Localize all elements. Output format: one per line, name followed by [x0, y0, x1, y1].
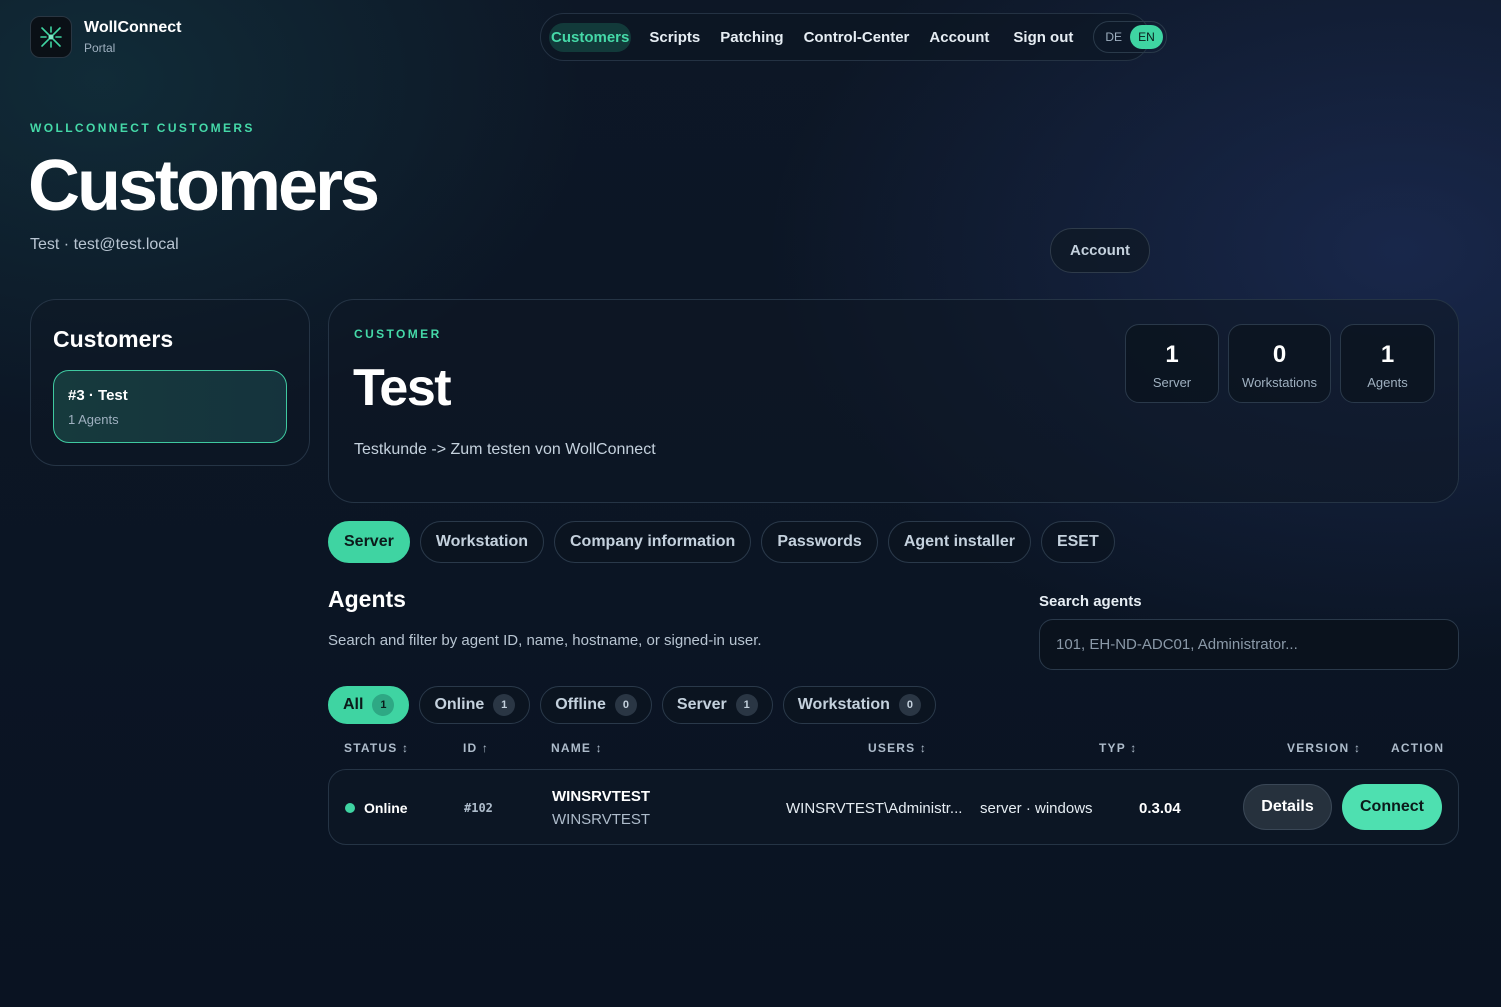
filter-offline[interactable]: Offline 0: [540, 686, 652, 724]
stat-server-label: Server: [1152, 375, 1192, 390]
stat-server: 1 Server: [1125, 324, 1219, 403]
column-status[interactable]: STATUS ↕: [344, 741, 409, 755]
account-button[interactable]: Account: [1050, 228, 1150, 273]
agent-filters: All 1 Online 1 Offline 0 Server 1 Workst…: [328, 686, 936, 724]
tab-workstation[interactable]: Workstation: [419, 521, 544, 563]
filter-all-label: All: [343, 696, 364, 713]
nav-sign-out[interactable]: Sign out: [1003, 21, 1083, 54]
row-id: #102: [464, 801, 493, 815]
customer-card: CUSTOMER Test Testkunde -> Zum testen vo…: [328, 299, 1459, 503]
customer-label: CUSTOMER: [354, 327, 442, 341]
stat-workstations-label: Workstations: [1242, 375, 1317, 390]
filter-online-count: 1: [493, 694, 516, 716]
nav-control-center[interactable]: Control-Center: [794, 21, 920, 54]
column-typ[interactable]: TYP ↕: [1099, 741, 1137, 755]
customer-description: Testkunde -> Zum testen von WollConnect: [354, 441, 656, 458]
filter-workstation-label: Workstation: [797, 696, 890, 713]
tab-agent-installer[interactable]: Agent installer: [887, 521, 1031, 563]
top-navigation: Customers Scripts Patching Control-Cente…: [540, 13, 1167, 61]
lang-en[interactable]: EN: [1130, 25, 1163, 49]
filter-workstation[interactable]: Workstation 0: [782, 686, 936, 724]
page-title: Customers: [28, 146, 380, 226]
column-users[interactable]: USERS ↕: [868, 741, 927, 755]
customers-sidebar: Customers #3 · Test 1 Agents: [30, 299, 310, 466]
filter-server-count: 1: [735, 694, 758, 716]
nav-scripts[interactable]: Scripts: [639, 21, 710, 54]
brand-logo-icon: [30, 16, 72, 58]
search-agents-input[interactable]: [1039, 619, 1459, 670]
page-eyebrow: WOLLCONNECT CUSTOMERS: [30, 121, 255, 135]
stat-server-value: 1: [1165, 341, 1179, 368]
sidebar-customer-meta: 1 Agents: [68, 412, 119, 427]
nav-patching[interactable]: Patching: [710, 21, 793, 54]
column-action: ACTION: [1391, 741, 1445, 755]
filter-offline-count: 0: [614, 694, 637, 716]
filter-all[interactable]: All 1: [328, 686, 410, 724]
brand-name: WollConnect: [84, 19, 182, 36]
row-status-text: Online: [364, 799, 408, 816]
row-hostname: WINSRVTEST: [552, 811, 651, 828]
row-status: Online: [345, 799, 408, 817]
sidebar-title: Customers: [53, 326, 174, 352]
tab-server[interactable]: Server: [328, 521, 410, 563]
column-name[interactable]: NAME ↕: [551, 741, 603, 755]
table-row: Online #102 WINSRVTEST WINSRVTEST WINSRV…: [328, 769, 1459, 845]
details-button[interactable]: Details: [1243, 784, 1332, 830]
search-label: Search agents: [1039, 593, 1142, 610]
stat-workstations: 0 Workstations: [1228, 324, 1331, 403]
row-name-main: WINSRVTEST: [552, 788, 651, 805]
filter-offline-label: Offline: [555, 696, 606, 713]
stat-agents-value: 1: [1380, 341, 1395, 368]
language-switch: DE EN: [1093, 21, 1167, 53]
brand-subtitle: Portal: [84, 41, 116, 55]
column-version[interactable]: VERSION ↕: [1287, 741, 1361, 755]
filter-online[interactable]: Online 1: [419, 686, 531, 724]
nav-customers[interactable]: Customers: [549, 22, 632, 52]
customer-tabs: Server Workstation Company information P…: [328, 521, 1115, 563]
filter-workstation-count: 0: [898, 694, 921, 716]
filter-server[interactable]: Server 1: [661, 686, 773, 724]
row-typ: server · windows: [980, 800, 1093, 817]
column-id[interactable]: ID ↑: [463, 741, 489, 755]
status-online-indicator: [345, 802, 355, 813]
user-info: Test · test@test.local: [30, 236, 179, 253]
stat-workstations-value: 0: [1272, 341, 1287, 368]
stat-agents: 1 Agents: [1340, 324, 1435, 403]
sidebar-customer-item[interactable]: #3 · Test 1 Agents: [53, 370, 287, 443]
connect-button[interactable]: Connect: [1342, 784, 1442, 830]
customer-name: Test: [353, 359, 452, 417]
row-users: WINSRVTEST\Administr...: [786, 800, 963, 817]
agents-title: Agents: [328, 586, 406, 612]
row-version: 0.3.04: [1139, 800, 1181, 817]
row-name: WINSRVTEST WINSRVTEST: [552, 788, 650, 828]
tab-passwords[interactable]: Passwords: [761, 521, 878, 563]
filter-all-count: 1: [372, 694, 395, 716]
filter-online-label: Online: [434, 696, 485, 713]
tab-eset[interactable]: ESET: [1040, 521, 1115, 563]
sidebar-customer-name: #3 · Test: [68, 387, 128, 404]
brand[interactable]: WollConnect Portal: [30, 16, 181, 58]
filter-server-label: Server: [676, 696, 727, 713]
nav-account[interactable]: Account: [919, 21, 999, 54]
agents-subtitle: Search and filter by agent ID, name, hos…: [328, 632, 762, 649]
tab-company-information[interactable]: Company information: [553, 521, 752, 563]
stat-agents-label: Agents: [1367, 375, 1408, 390]
lang-de[interactable]: DE: [1097, 25, 1130, 49]
